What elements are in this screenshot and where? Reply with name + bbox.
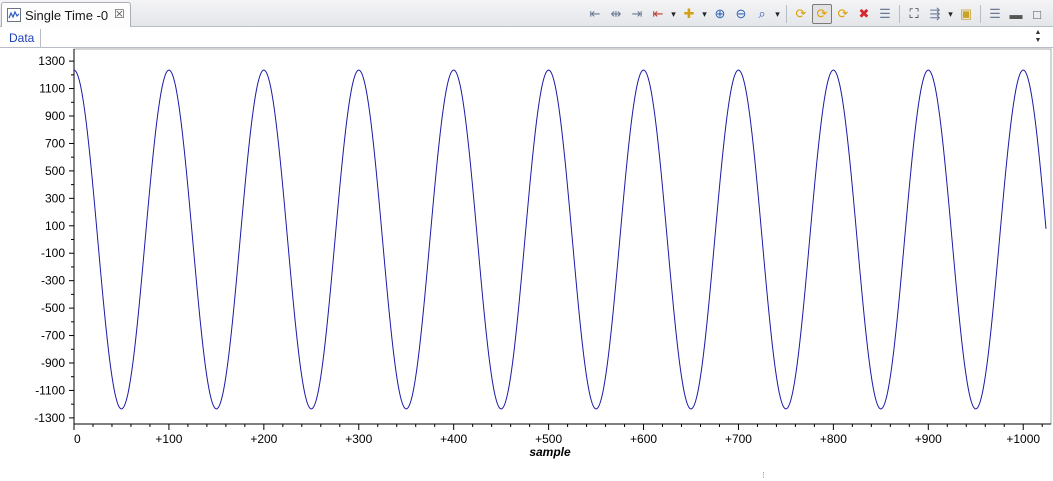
- y-tick-label: 700: [45, 136, 65, 150]
- y-tick-label: -500: [41, 301, 65, 315]
- stop-button[interactable]: ✖: [854, 4, 874, 24]
- y-tick-label: 500: [45, 164, 65, 178]
- minimize-button[interactable]: ▬: [1006, 4, 1026, 24]
- auto-refresh-icon: ⟳: [837, 6, 849, 21]
- import-icon: ⇶: [929, 6, 941, 21]
- resize-grip[interactable]: ⁝: [762, 470, 765, 481]
- toolbar-separator: [980, 5, 981, 23]
- align-center-icon: ⇹: [610, 6, 622, 21]
- y-tick-label: 300: [45, 191, 65, 205]
- x-tick-label: +400: [440, 432, 467, 446]
- align-right-icon: ⇥: [631, 6, 643, 21]
- x-tick-label: 0: [74, 432, 81, 446]
- view-menu-icon: ☰: [989, 6, 1001, 21]
- zoom-dropdown[interactable]: ▾: [773, 4, 782, 24]
- toolbar-separator: [899, 5, 900, 23]
- y-tick-label: 900: [45, 109, 65, 123]
- align-center-button[interactable]: ⇹: [606, 4, 626, 24]
- zoom-in-icon: ⊕: [714, 6, 726, 21]
- align-left-button[interactable]: ⇤: [585, 4, 605, 24]
- y-tick-label: -1300: [34, 411, 65, 425]
- zoom-out-icon: ⊖: [735, 6, 747, 21]
- signal-line: [73, 69, 1047, 410]
- waveform-chart[interactable]: 1300 1100 900 700 500 300 100 -100 -300 -500 -700 -…: [0, 48, 1053, 470]
- y-tick-label: -100: [41, 246, 65, 260]
- zoom-fit-icon: ⌕: [758, 6, 766, 21]
- import-dropdown[interactable]: ▾: [946, 4, 955, 24]
- plus-icon: ✚: [683, 6, 695, 21]
- maximize-icon: □: [1033, 6, 1041, 22]
- refresh-icon: ⟳: [795, 6, 807, 21]
- x-tick-label: +900: [915, 432, 942, 446]
- x-tick-label: +500: [535, 432, 562, 446]
- y-tick-label: -300: [41, 274, 65, 288]
- x-tick-label: +800: [820, 432, 847, 446]
- close-icon[interactable]: ☒: [114, 7, 125, 21]
- chevron-up-icon[interactable]: ▲: [1033, 29, 1043, 37]
- chevron-down-icon: ▾: [702, 8, 707, 19]
- refresh-button[interactable]: ⟳: [791, 4, 811, 24]
- stop-icon: ✖: [858, 6, 870, 21]
- zoom-in-button[interactable]: ⊕: [710, 4, 730, 24]
- add-measurement-button[interactable]: ✚: [679, 4, 699, 24]
- y-tick-label: -1100: [35, 383, 65, 397]
- auto-refresh-button[interactable]: ⟳: [833, 4, 853, 24]
- scroll-spinner[interactable]: ▲ ▼: [1033, 29, 1043, 45]
- align-right-button[interactable]: ⇥: [627, 4, 647, 24]
- y-tick-label: -900: [41, 356, 65, 370]
- align-left-icon: ⇤: [589, 6, 601, 21]
- x-tick-label: +200: [250, 432, 277, 446]
- import-button[interactable]: ⇶: [925, 4, 945, 24]
- x-tick-label: +300: [345, 432, 372, 446]
- chevron-down-icon: ▾: [671, 8, 676, 19]
- y-tick-label: 1300: [38, 54, 65, 68]
- y-tick-label: 100: [45, 219, 65, 233]
- data-tabbar: Data ▲ ▼: [0, 27, 1053, 48]
- chevron-down-icon: ▾: [948, 8, 953, 19]
- tab-data[interactable]: Data: [3, 29, 42, 47]
- view-menu-button[interactable]: ☰: [985, 4, 1005, 24]
- minimize-icon: ▬: [1009, 6, 1023, 22]
- view-tab[interactable]: Single Time -0 ☒: [1, 2, 131, 27]
- cursor-dropdown[interactable]: ▾: [669, 4, 678, 24]
- tab-title: Single Time -0: [25, 8, 109, 23]
- chevron-down-icon: ▾: [775, 8, 780, 19]
- toolbar: ⇤ ⇹ ⇥ ⇤ ▾ ✚ ▾ ⊕ ⊖ ⌕ ▾ ⟳ ⟳ ⟳ ✖ ☰ ⛶ ⇶ ▾ ▣ ☰ ▬ □: [585, 4, 1047, 24]
- properties-button[interactable]: ☰: [875, 4, 895, 24]
- cursor-icon: ⇤: [652, 6, 664, 21]
- cursor-button[interactable]: ⇤: [648, 4, 668, 24]
- toolbar-separator: [786, 5, 787, 23]
- find-button[interactable]: ⛶: [904, 4, 924, 24]
- zoom-fit-button[interactable]: ⌕: [752, 4, 772, 24]
- x-tick-label: +1000: [1006, 432, 1040, 446]
- properties-icon: ☰: [879, 6, 891, 21]
- binoculars-icon: ⛶: [909, 6, 919, 21]
- chevron-down-icon[interactable]: ▼: [1033, 37, 1043, 45]
- maximize-button[interactable]: □: [1027, 4, 1047, 24]
- y-tick-label: 1100: [39, 82, 65, 96]
- add-dropdown[interactable]: ▾: [700, 4, 709, 24]
- graph-icon: [7, 8, 21, 22]
- view-titlebar: Single Time -0 ☒ ⇤ ⇹ ⇥ ⇤ ▾ ✚ ▾ ⊕ ⊖ ⌕ ▾ ⟳ ⟳ ⟳ ✖ ☰ ⛶ ⇶ ▾ ▣ ☰ ▬ □: [0, 0, 1053, 27]
- x-axis-label: sample: [529, 445, 571, 459]
- x-tick-label: +600: [630, 432, 657, 446]
- x-tick-label: +100: [155, 432, 182, 446]
- zoom-out-button[interactable]: ⊖: [731, 4, 751, 24]
- continuous-refresh-button[interactable]: ⟳: [812, 4, 832, 24]
- lock-icon: ▣: [959, 6, 973, 21]
- lock-button[interactable]: ▣: [956, 4, 976, 24]
- y-tick-label: -700: [41, 329, 65, 343]
- continuous-refresh-icon: ⟳: [816, 6, 828, 21]
- x-tick-label: +700: [725, 432, 752, 446]
